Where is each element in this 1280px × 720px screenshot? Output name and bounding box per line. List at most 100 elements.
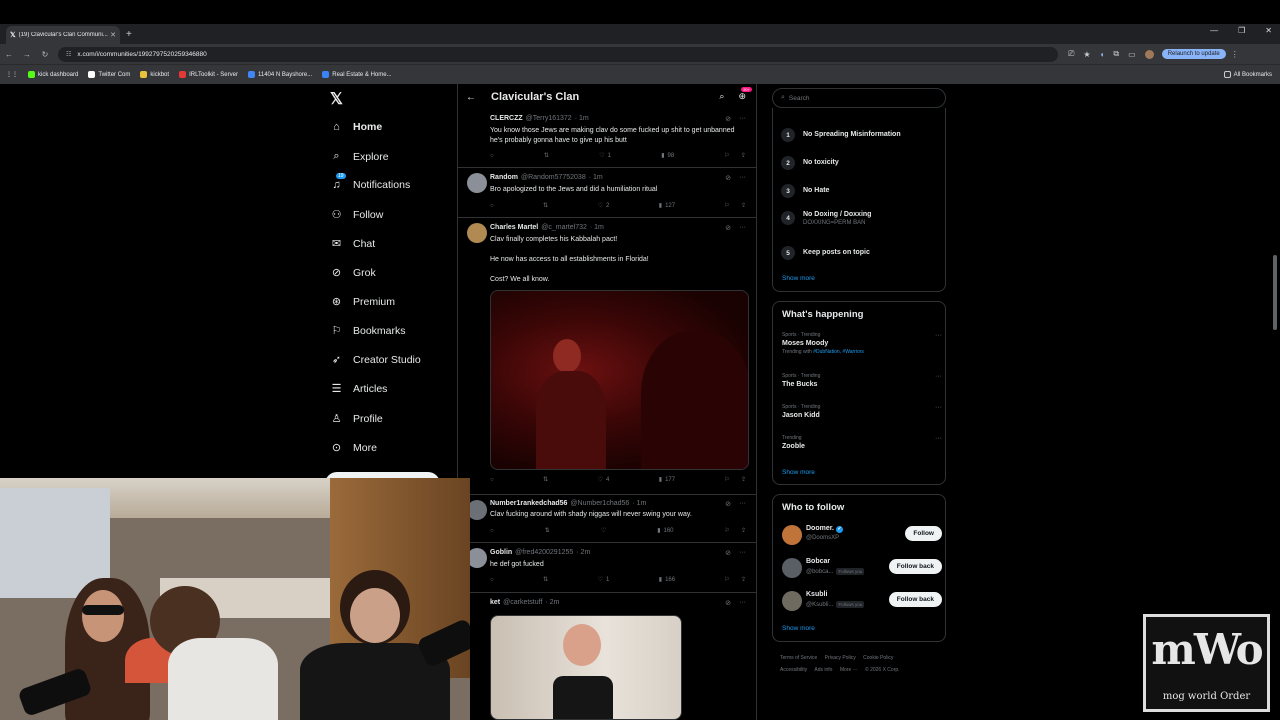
x-logo-icon[interactable]: 𝕏 (330, 89, 343, 109)
show-more-link[interactable]: Show more (782, 275, 815, 282)
bookmark-item[interactable]: Twitter Com (88, 71, 130, 78)
grok-icon[interactable]: ⊘ (725, 500, 731, 508)
maximize-icon[interactable]: ❐ (1238, 26, 1245, 35)
nav-premium[interactable]: ⊛ Premium (330, 295, 395, 309)
share-icon[interactable]: ⇪ (741, 576, 746, 583)
footer-link[interactable]: Terms of Service (780, 655, 817, 661)
more-icon[interactable]: ··· (739, 115, 746, 123)
search-icon[interactable]: ⌕ (719, 91, 724, 102)
community-icon[interactable]: ⊕ 20+ (738, 87, 752, 102)
tweet-video[interactable] (490, 290, 749, 470)
like-button[interactable]: ♡ 1 (598, 576, 610, 584)
bookmark-item[interactable]: Real Estate & Home... (322, 71, 392, 78)
tweet[interactable]: CLERCZZ @Terry161372 · 1m ⊘ ··· You know th… (458, 112, 756, 168)
new-tab-icon[interactable]: + (126, 29, 132, 40)
bookmark-icon[interactable]: ⚐ (725, 576, 730, 583)
more-icon[interactable]: ··· (739, 224, 746, 232)
avatar[interactable] (467, 223, 487, 243)
nav-articles[interactable]: ☰ Articles (330, 382, 388, 396)
retweet-icon[interactable]: ⇅ (543, 202, 548, 209)
avatar[interactable] (467, 500, 487, 520)
avatar[interactable] (782, 525, 802, 545)
share-icon[interactable]: ⇪ (741, 202, 746, 209)
bookmark-icon[interactable]: ⚐ (725, 527, 730, 534)
grok-icon[interactable]: ⊘ (725, 549, 731, 557)
more-icon[interactable]: ··· (739, 549, 746, 557)
reply-icon[interactable]: ○ (490, 527, 494, 534)
star-icon[interactable]: ★ (1083, 50, 1090, 59)
nav-more[interactable]: ⊙ More (330, 441, 377, 455)
tweet[interactable]: Number1rankedchad56 @Number1chad56 · 1m ⊘ ·… (458, 495, 756, 543)
trend-item[interactable]: Sports · Trending Moses Moody Trending w… (782, 332, 942, 355)
author-handle[interactable]: @carketstuff (503, 599, 542, 606)
author-handle[interactable]: @fred4200291255 (515, 549, 573, 556)
sidepanel-icon[interactable]: ▭ (1128, 50, 1136, 59)
author-handle[interactable]: @Terry161372 (526, 115, 572, 122)
retweet-icon[interactable]: ⇅ (544, 152, 549, 159)
retweet-icon[interactable]: ⇅ (545, 527, 550, 534)
reload-icon[interactable]: ↻ (36, 50, 54, 59)
trend-item[interactable]: Sports · Trending The Bucks ··· (782, 373, 942, 388)
tweet-image[interactable] (490, 615, 682, 720)
grok-icon[interactable]: ⊘ (725, 174, 731, 182)
bookmark-item[interactable]: kickbot (140, 71, 169, 78)
close-window-icon[interactable]: ✕ (1265, 26, 1272, 35)
like-button[interactable]: ♡ 4 (598, 476, 610, 484)
url-field[interactable]: ☷ x.com/i/communities/199279752025934688… (58, 46, 1058, 62)
trend-item[interactable]: Trending Zooble ··· (782, 435, 942, 450)
more-icon[interactable]: ··· (739, 500, 746, 508)
author-name[interactable]: Number1rankedchad56 (490, 500, 567, 507)
author-name[interactable]: Charles Martel (490, 224, 538, 231)
nav-follow[interactable]: ⚇ Follow (330, 208, 384, 222)
nav-chat[interactable]: ✉ Chat (330, 237, 375, 251)
show-more-link[interactable]: Show more (782, 625, 815, 632)
author-handle[interactable]: @Number1chad56 (570, 500, 629, 507)
share-icon[interactable]: ⇪ (741, 527, 746, 534)
like-button[interactable]: ♡ 2 (598, 202, 610, 210)
follow-back-button[interactable]: Follow back (888, 592, 942, 607)
tweet[interactable]: Random @Random57752038 · 1m ⊘ ··· Bro apolo… (458, 168, 756, 218)
reply-icon[interactable]: ○ (490, 576, 494, 583)
more-icon[interactable]: ··· (935, 332, 942, 339)
reply-icon[interactable]: ○ (490, 152, 494, 159)
author-name[interactable]: Random (490, 174, 518, 181)
bookmark-icon[interactable]: ⚐ (725, 202, 730, 209)
page-scrollbar[interactable] (1273, 255, 1277, 330)
bookmark-icon[interactable]: ⚐ (725, 152, 730, 159)
more-icon[interactable]: ··· (739, 174, 746, 182)
nav-home[interactable]: ⌂ Home (330, 121, 382, 133)
menu-icon[interactable]: ⋮ (1226, 50, 1244, 59)
footer-link[interactable]: Accessibility (780, 667, 807, 673)
retweet-icon[interactable]: ⇅ (543, 476, 548, 483)
nav-notifications[interactable]: ♫ 19 Notifications (330, 173, 410, 191)
install-icon[interactable]: ⎚ (1068, 49, 1074, 59)
grok-icon[interactable]: ⊘ (725, 224, 731, 232)
footer-link[interactable]: Cookie Policy (863, 655, 893, 661)
reply-icon[interactable]: ○ (490, 202, 494, 209)
avatar[interactable] (467, 173, 487, 193)
footer-link[interactable]: More ··· (840, 667, 858, 673)
more-icon[interactable]: ··· (935, 435, 942, 442)
site-info-icon[interactable]: ☷ (66, 51, 71, 58)
search-input[interactable]: ⌕ Search (772, 88, 946, 108)
views-button[interactable]: ▮ 98 (661, 152, 674, 160)
more-icon[interactable]: ··· (739, 599, 746, 607)
share-icon[interactable]: ⇪ (741, 476, 746, 483)
show-more-link[interactable]: Show more (782, 469, 815, 476)
views-button[interactable]: ▮ 160 (657, 527, 673, 535)
author-handle[interactable]: @c_martel732 (541, 224, 587, 231)
nav-creator-studio[interactable]: ➶ Creator Studio (330, 353, 421, 367)
apps-icon[interactable]: ⋮⋮ (6, 71, 18, 78)
bookmark-item[interactable]: 11404 N Bayshore... (247, 71, 312, 78)
reply-icon[interactable]: ○ (490, 476, 494, 483)
trend-item[interactable]: Sports · Trending Jason Kidd ··· (782, 404, 942, 419)
extension-icon[interactable]: ◖ (1100, 50, 1105, 59)
bookmark-icon[interactable]: ⚐ (725, 476, 730, 483)
footer-link[interactable]: Privacy Policy (825, 655, 856, 661)
avatar[interactable] (782, 591, 802, 611)
tweet[interactable]: Goblin @fred4200291255 · 2m ⊘ ··· he def go… (458, 543, 756, 593)
follow-suggestion[interactable]: Bobcar @bobca... Follows you Follow back (782, 556, 942, 580)
follow-suggestion[interactable]: Doomer. ✓ @DoomsXP Follow (782, 523, 942, 547)
author-name[interactable]: Goblin (490, 549, 512, 556)
relaunch-button[interactable]: Relaunch to update (1161, 49, 1226, 59)
